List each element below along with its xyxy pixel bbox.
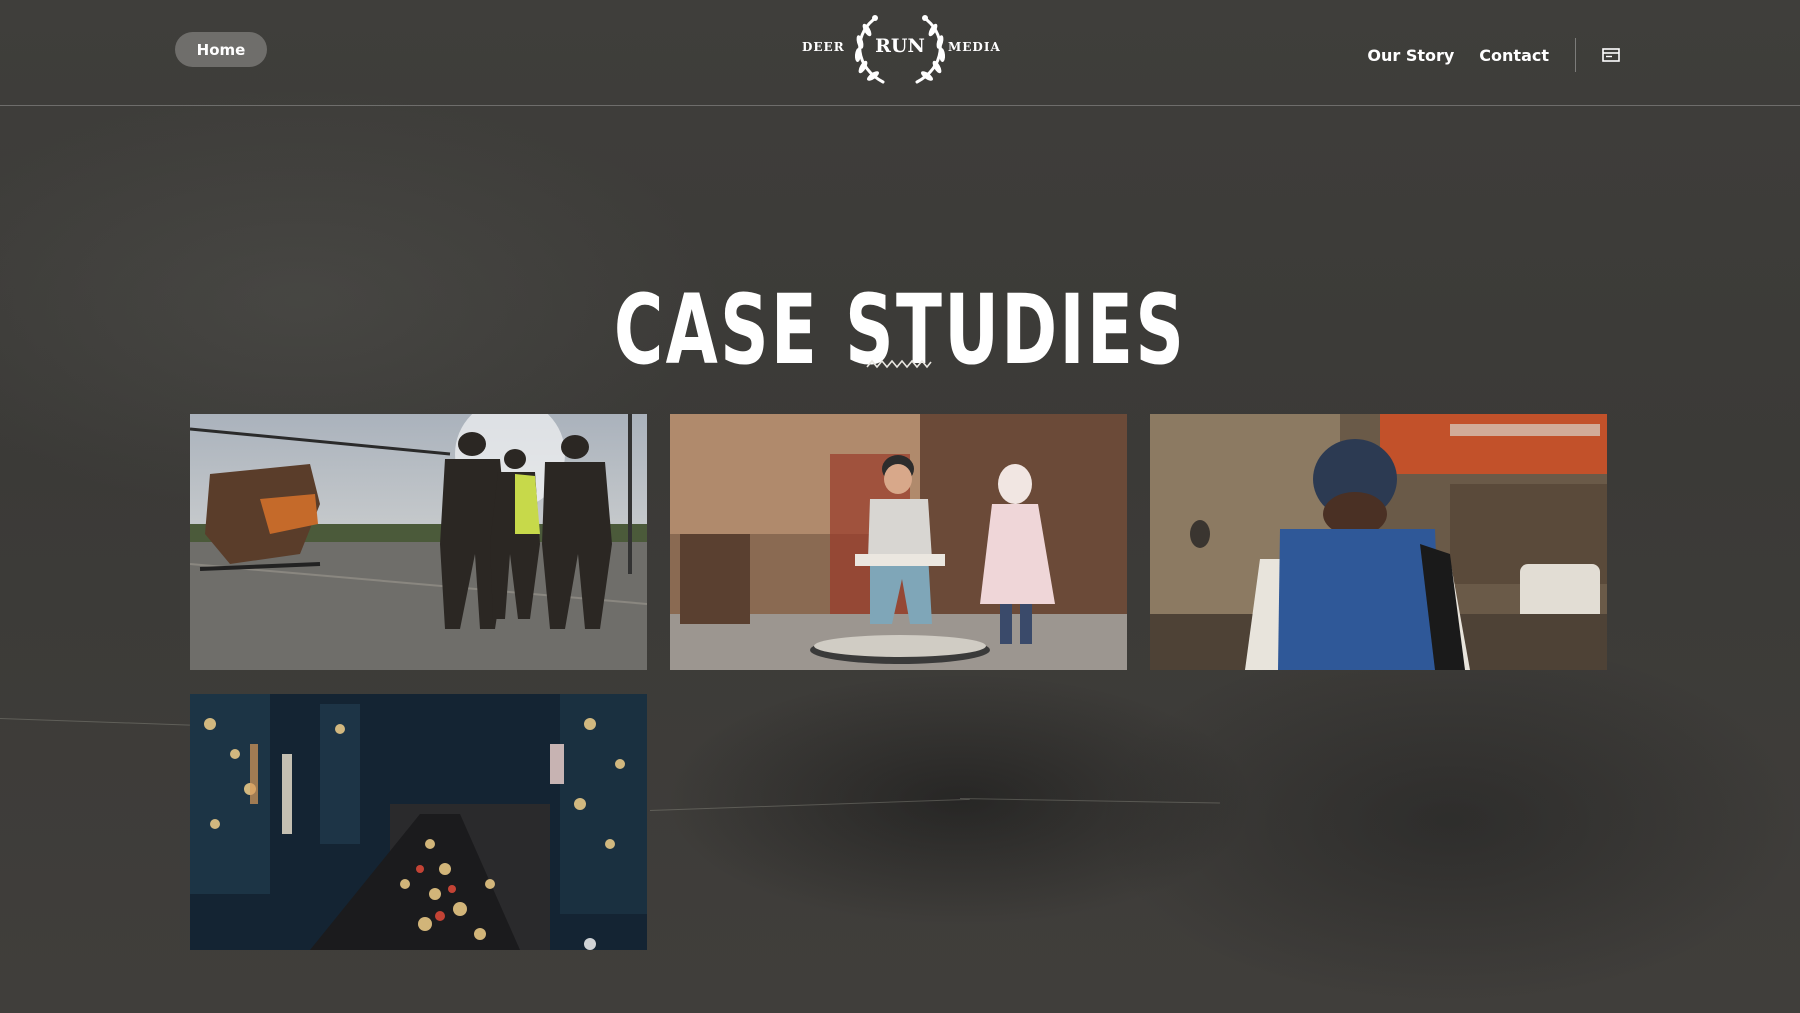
nav-our-story[interactable]: Our Story — [1367, 46, 1454, 65]
cafe-man-beanie-thumbnail — [1150, 414, 1607, 670]
main-nav: Our Story Contact — [1342, 38, 1620, 72]
case-study-card[interactable] — [670, 414, 1127, 670]
logo[interactable]: DEER RUN MEDIA — [800, 12, 1000, 87]
site-header: Home DEER RUN MEDIA Our Story Contact — [0, 0, 1800, 106]
workshop-chair-girl-thumbnail — [670, 414, 1127, 670]
logo-word-center: RUN — [875, 35, 925, 57]
case-study-card[interactable] — [1150, 414, 1607, 670]
home-button[interactable]: Home — [175, 32, 267, 67]
zigzag-divider-icon — [866, 359, 932, 369]
logo-word-left: DEER — [802, 40, 845, 54]
case-studies-grid — [190, 414, 1608, 950]
case-study-card[interactable] — [190, 694, 647, 950]
city-traffic-night-thumbnail — [190, 694, 647, 950]
helicopter-crew-thumbnail — [190, 414, 647, 670]
texture-crack — [0, 718, 190, 726]
nav-divider — [1575, 38, 1576, 72]
case-study-card[interactable] — [190, 414, 647, 670]
cart-icon[interactable] — [1602, 48, 1620, 62]
nav-contact[interactable]: Contact — [1479, 46, 1549, 65]
logo-word-right: MEDIA — [948, 40, 1001, 54]
